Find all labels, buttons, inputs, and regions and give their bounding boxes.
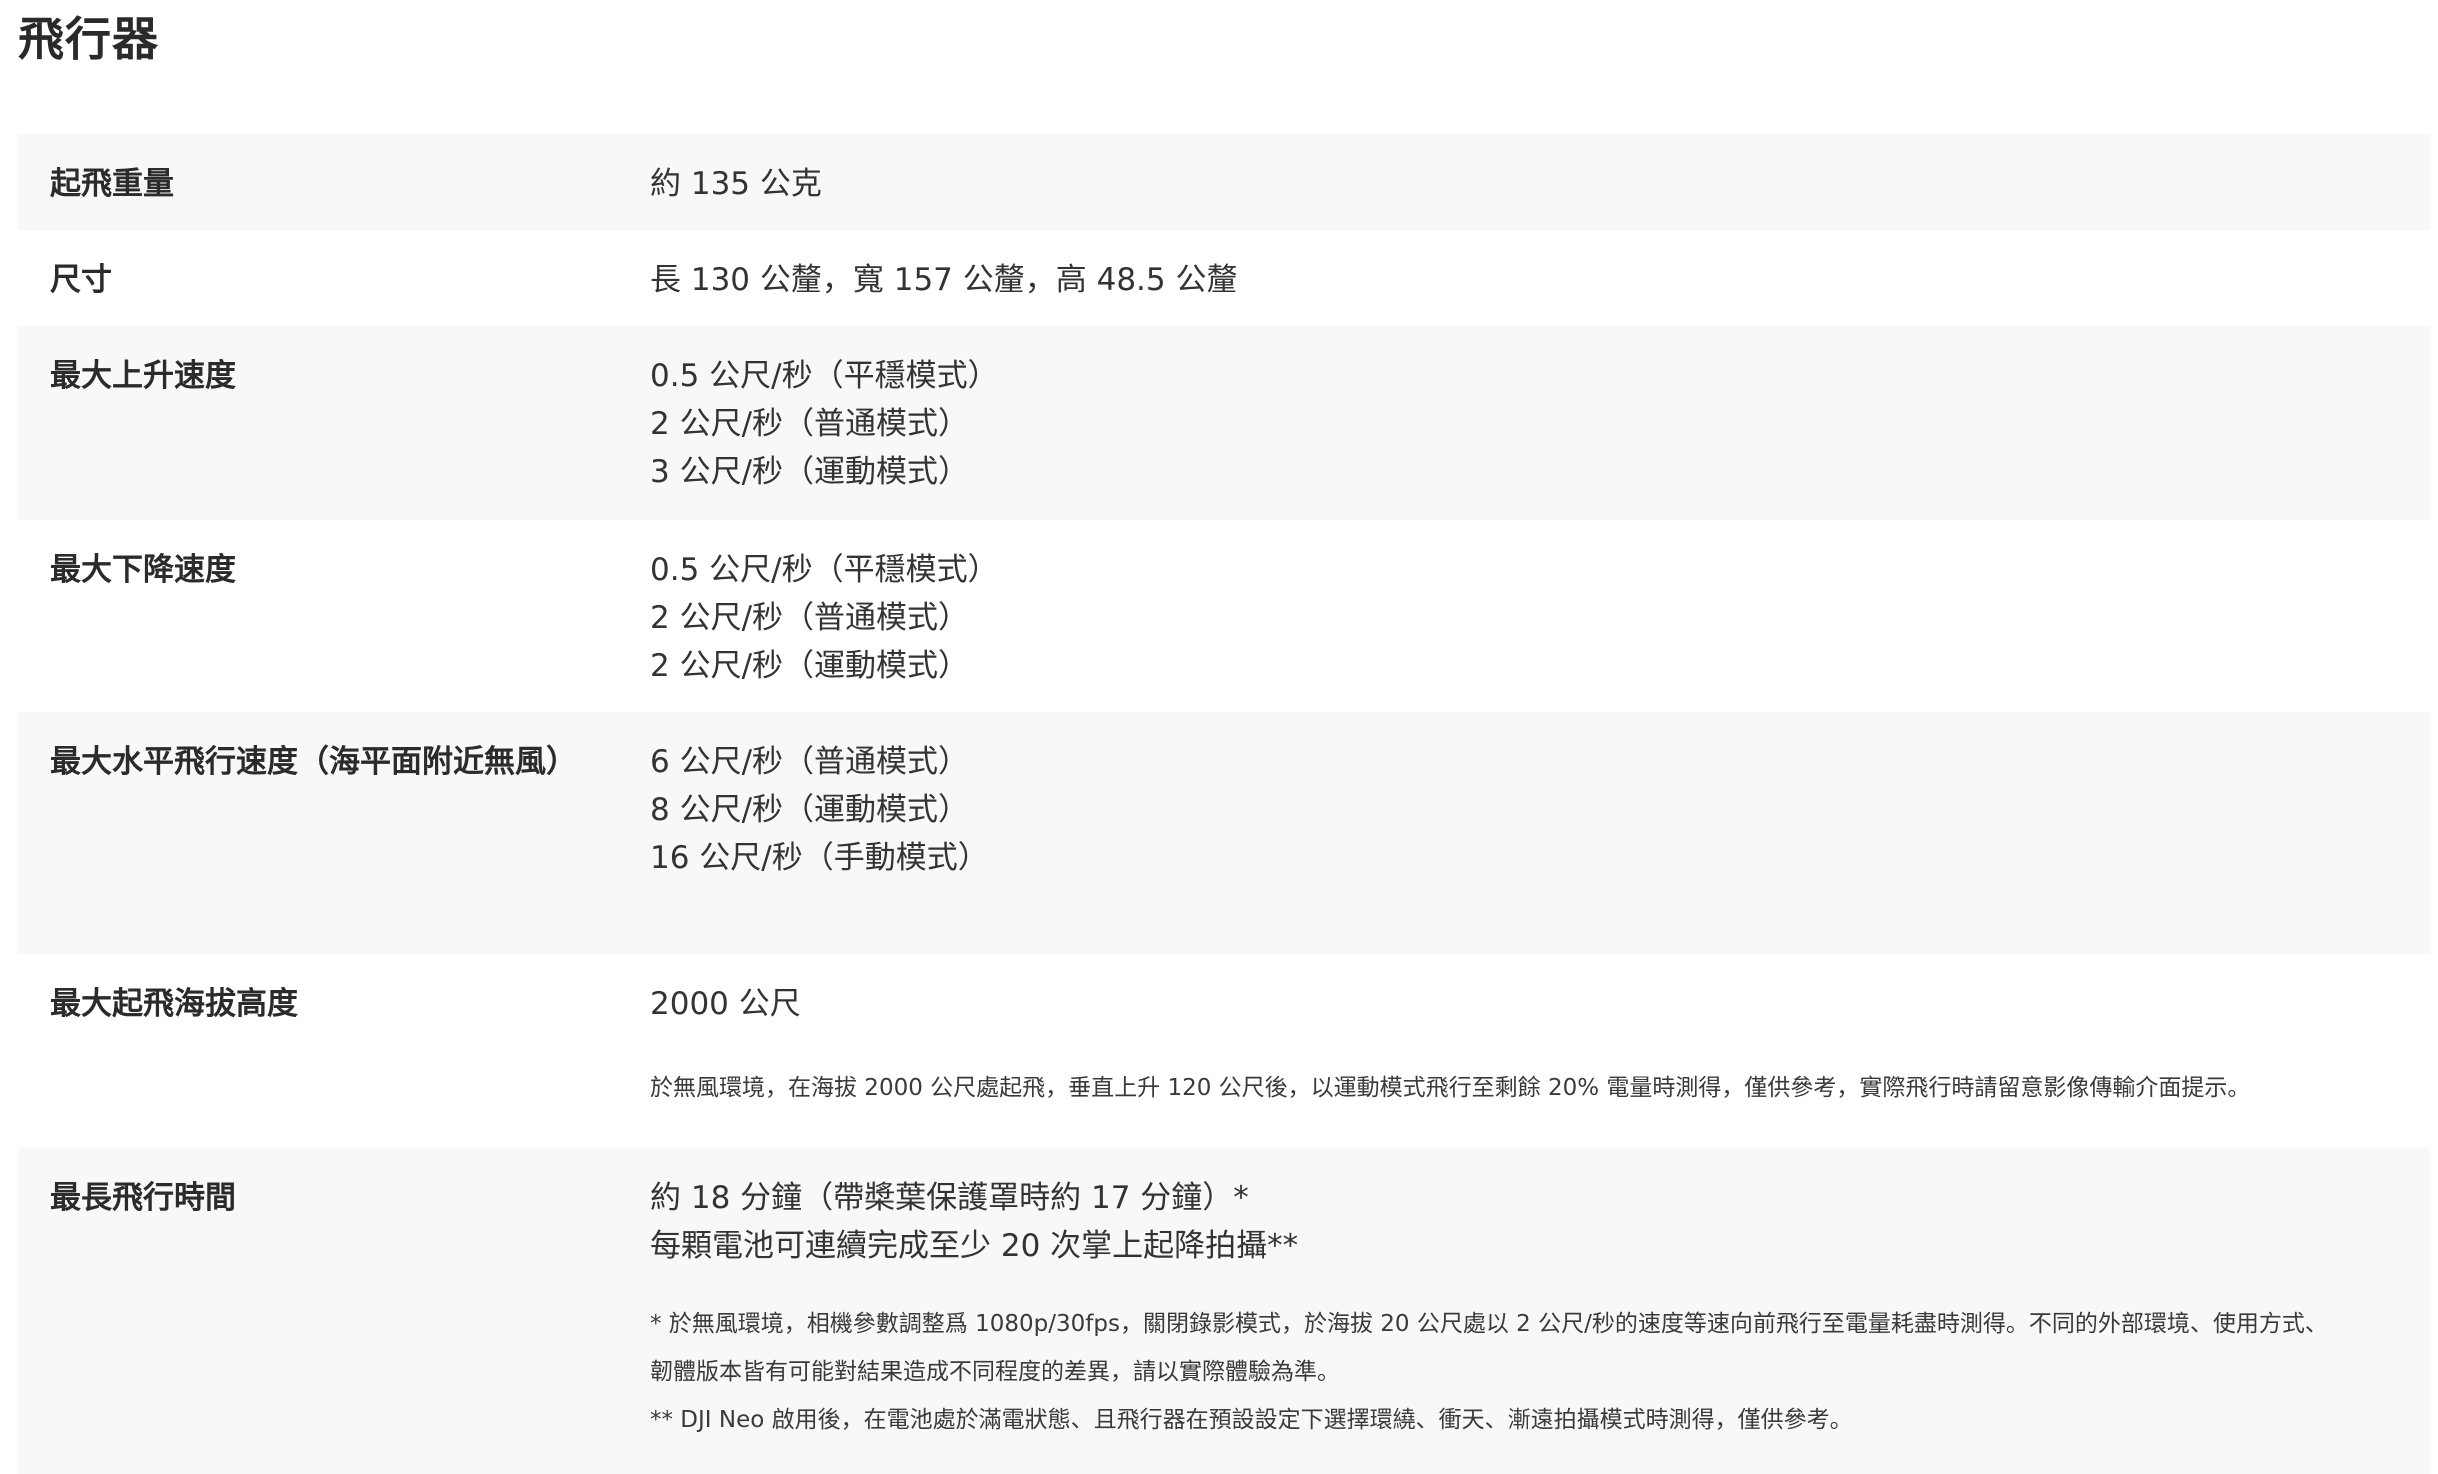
spec-value-line: 2 公尺/秒（運動模式） xyxy=(650,648,970,684)
spec-row-takeoff-weight: 起飛重量 約 135 公克 xyxy=(18,134,2430,230)
spec-footnote-line: 於無風環境，在海拔 2000 公尺處起飛，垂直上升 120 公尺後，以運動模式飛… xyxy=(650,1075,2251,1101)
spec-value: 2000 公尺 xyxy=(650,980,2430,1028)
spec-value-line: 2 公尺/秒（普通模式） xyxy=(650,406,970,442)
spec-value: 6 公尺/秒（普通模式） 8 公尺/秒（運動模式） 16 公尺/秒（手動模式） xyxy=(650,738,2430,882)
spec-value-line: 約 18 分鐘（帶槳葉保護罩時約 17 分鐘）* xyxy=(650,1180,1249,1216)
spec-row-max-descent-speed: 最大下降速度 0.5 公尺/秒（平穩模式） 2 公尺/秒（普通模式） 2 公尺/… xyxy=(18,520,2430,712)
spec-label: 最長飛行時間 xyxy=(50,1180,236,1216)
spec-footnote-line: * 於無風環境，相機參數調整爲 1080p/30fps，關閉錄影模式，於海拔 2… xyxy=(650,1311,2328,1337)
spec-row-dimensions: 尺寸 長 130 公釐，寬 157 公釐，高 48.5 公釐 xyxy=(18,230,2430,326)
spec-row-max-flight-time: 最長飛行時間 約 18 分鐘（帶槳葉保護罩時約 17 分鐘）* 每顆電池可連續完… xyxy=(18,1148,2430,1474)
spec-value: 0.5 公尺/秒（平穩模式） 2 公尺/秒（普通模式） 2 公尺/秒（運動模式） xyxy=(650,546,2430,690)
spec-value: 0.5 公尺/秒（平穩模式） 2 公尺/秒（普通模式） 3 公尺/秒（運動模式） xyxy=(650,352,2430,496)
spec-label: 尺寸 xyxy=(50,262,112,298)
spec-value-line: 長 130 公釐，寬 157 公釐，高 48.5 公釐 xyxy=(650,262,1238,298)
spec-table: 起飛重量 約 135 公克 尺寸 長 130 公釐，寬 157 公釐，高 48.… xyxy=(18,134,2430,1474)
spec-value: 長 130 公釐，寬 157 公釐，高 48.5 公釐 xyxy=(650,256,2430,304)
spec-label: 最大下降速度 xyxy=(50,552,236,588)
spec-value-line: 2000 公尺 xyxy=(650,986,801,1022)
spec-row-max-horizontal-speed: 最大水平飛行速度（海平面附近無風） 6 公尺/秒（普通模式） 8 公尺/秒（運動… xyxy=(18,712,2430,954)
spec-value-line: 16 公尺/秒（手動模式） xyxy=(650,840,989,876)
spec-value-line: 每顆電池可連續完成至少 20 次掌上起降拍攝** xyxy=(650,1228,1299,1264)
spec-value-line: 3 公尺/秒（運動模式） xyxy=(650,454,970,490)
spec-value: 約 135 公克 xyxy=(650,160,2430,208)
spec-label: 最大水平飛行速度（海平面附近無風） xyxy=(50,744,577,780)
spec-value-line: 約 135 公克 xyxy=(650,166,822,202)
spec-row-max-takeoff-altitude: 最大起飛海拔高度 2000 公尺 於無風環境，在海拔 2000 公尺處起飛，垂直… xyxy=(18,954,2430,1148)
spec-value: 約 18 分鐘（帶槳葉保護罩時約 17 分鐘）* 每顆電池可連續完成至少 20 … xyxy=(650,1174,2430,1270)
spec-row-max-ascent-speed: 最大上升速度 0.5 公尺/秒（平穩模式） 2 公尺/秒（普通模式） 3 公尺/… xyxy=(18,326,2430,520)
spec-value-line: 8 公尺/秒（運動模式） xyxy=(650,792,970,828)
spec-value-line: 2 公尺/秒（普通模式） xyxy=(650,600,970,636)
spec-value-line: 0.5 公尺/秒（平穩模式） xyxy=(650,358,999,394)
spec-label: 最大起飛海拔高度 xyxy=(50,986,298,1022)
spec-footnote-line: ** DJI Neo 啟用後，在電池處於滿電狀態、且飛行器在預設設定下選擇環繞、… xyxy=(650,1407,1853,1433)
spec-footnote: * 於無風環境，相機參數調整爲 1080p/30fps，關閉錄影模式，於海拔 2… xyxy=(650,1300,2430,1444)
spec-label: 最大上升速度 xyxy=(50,358,236,394)
spec-footnote: 於無風環境，在海拔 2000 公尺處起飛，垂直上升 120 公尺後，以運動模式飛… xyxy=(650,1064,2430,1112)
spec-label: 起飛重量 xyxy=(50,166,174,202)
spec-footnote-line: 韌體版本皆有可能對結果造成不同程度的差異，請以實際體驗為準。 xyxy=(650,1359,1340,1385)
page-title: 飛行器 xyxy=(18,12,159,66)
spec-value-line: 0.5 公尺/秒（平穩模式） xyxy=(650,552,999,588)
spec-value-line: 6 公尺/秒（普通模式） xyxy=(650,744,970,780)
